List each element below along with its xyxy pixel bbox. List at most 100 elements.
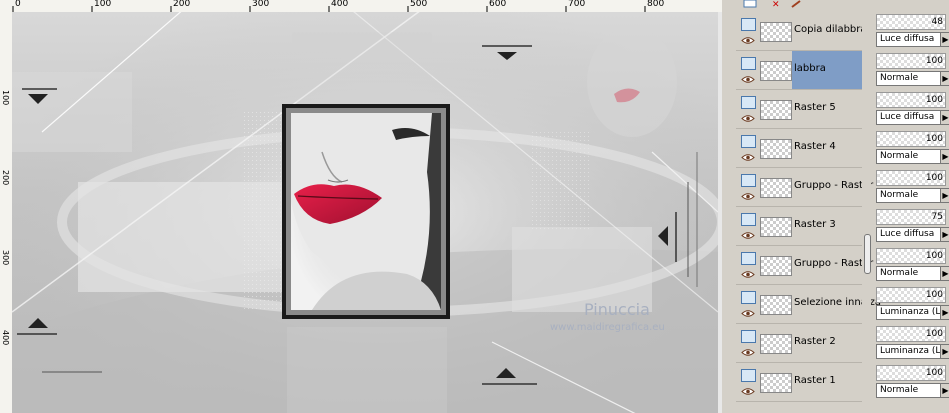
layer-type-icon [741, 174, 756, 187]
layer-name-box[interactable]: Raster 2 [792, 324, 862, 362]
blend-dropdown-arrow-icon[interactable]: ▶ [940, 227, 949, 242]
layer-thumbnail[interactable] [760, 334, 792, 354]
layers-toolbar: ✕ [722, 0, 949, 10]
blend-mode-select[interactable]: Luce diffusa [876, 227, 941, 242]
svg-text:✕: ✕ [772, 0, 780, 10]
layer-name: labbra [794, 63, 826, 74]
layer-type-icon [741, 291, 756, 304]
layer-name-box[interactable]: Copia dilabbra [792, 12, 867, 50]
layer-name-box[interactable]: Raster 4 [792, 129, 862, 167]
layer-name-box[interactable]: Raster 5 [792, 90, 862, 128]
layer-thumbnail[interactable] [760, 22, 792, 42]
blend-mode-select[interactable]: Normale [876, 188, 941, 203]
layer-row[interactable]: Raster 5 [736, 90, 862, 129]
layer-name-box[interactable]: Raster 1 [792, 363, 862, 401]
ruler-tick: 300 [252, 0, 270, 9]
opacity-value: 100 [925, 368, 943, 378]
layers-splitter[interactable] [862, 12, 871, 413]
layer-name: Raster 3 [794, 219, 836, 230]
opacity-slider[interactable]: 100 [876, 53, 946, 69]
ruler-tick: 200 [173, 0, 191, 9]
blend-dropdown-arrow-icon[interactable]: ▶ [940, 110, 949, 125]
layer-thumbnail[interactable] [760, 61, 792, 81]
blend-dropdown-arrow-icon[interactable]: ▶ [940, 305, 949, 320]
layer-row[interactable]: Gruppo - Raster [736, 246, 873, 285]
layer-properties-row: 100 Normale ▶ [872, 51, 949, 89]
layer-name-box[interactable]: Selezione innalza [792, 285, 881, 323]
layer-properties-row: 48 Luce diffusa ▶ [872, 12, 949, 50]
blend-dropdown-arrow-icon[interactable]: ▶ [940, 266, 949, 281]
layer-row[interactable]: Gruppo - Raster [736, 168, 873, 207]
blend-mode-select[interactable]: Normale [876, 266, 941, 281]
layer-row[interactable]: labbra [736, 51, 862, 90]
opacity-slider[interactable]: 75 [876, 209, 946, 225]
opacity-value: 100 [925, 290, 943, 300]
blend-dropdown-arrow-icon[interactable]: ▶ [940, 383, 949, 398]
ruler-tick: 100 [94, 0, 112, 9]
layer-thumbnail[interactable] [760, 256, 792, 276]
eye-icon[interactable] [741, 193, 755, 200]
opacity-value: 48 [931, 17, 943, 27]
blend-mode-select[interactable]: Normale [876, 383, 941, 398]
layer-name-box[interactable]: Gruppo - Raster [792, 168, 873, 206]
layer-thumbnail[interactable] [760, 139, 792, 159]
eye-icon[interactable] [741, 76, 755, 83]
blend-dropdown-arrow-icon[interactable]: ▶ [940, 344, 949, 359]
layer-thumbnail[interactable] [760, 295, 792, 315]
blend-mode-select[interactable]: Luminanza (L) [876, 305, 941, 320]
blend-mode-select[interactable]: Luce diffusa [876, 110, 941, 125]
ruler-tick: 200 [1, 170, 10, 186]
splitter-handle[interactable] [864, 234, 871, 274]
layer-type-icon [741, 213, 756, 226]
eye-icon[interactable] [741, 232, 755, 239]
layers-palette: ✕ Copia dilabbra labbra Raster 5 Raster 4 Gr… [722, 0, 949, 413]
image-canvas[interactable]: Pinuccia www.maidiregrafica.eu [12, 12, 718, 413]
ruler-tick: 800 [647, 0, 665, 9]
blend-mode-select[interactable]: Luce diffusa [876, 32, 941, 47]
opacity-value: 100 [925, 134, 943, 144]
layer-thumbnail[interactable] [760, 100, 792, 120]
eye-icon[interactable] [741, 388, 755, 395]
eye-icon[interactable] [741, 271, 755, 278]
watermark-name: Pinuccia [584, 300, 650, 319]
eye-icon[interactable] [741, 310, 755, 317]
eye-icon[interactable] [741, 154, 755, 161]
opacity-slider[interactable]: 100 [876, 170, 946, 186]
layer-name-box[interactable]: Gruppo - Raster [792, 246, 873, 284]
layer-row[interactable]: Raster 3 [736, 207, 862, 246]
layer-row[interactable]: Copia dilabbra [736, 12, 867, 51]
layer-properties: 48 Luce diffusa ▶ 100 Normale ▶ 100 Luce diffus… [872, 12, 949, 413]
layer-row[interactable]: Raster 2 [736, 324, 862, 363]
blend-dropdown-arrow-icon[interactable]: ▶ [940, 149, 949, 164]
eye-icon[interactable] [741, 115, 755, 122]
blend-dropdown-arrow-icon[interactable]: ▶ [940, 71, 949, 86]
eye-icon[interactable] [741, 349, 755, 356]
ruler-tick: 400 [331, 0, 349, 9]
opacity-value: 100 [925, 56, 943, 66]
opacity-slider[interactable]: 100 [876, 365, 946, 381]
layer-name-box[interactable]: labbra [792, 51, 862, 89]
opacity-slider[interactable]: 100 [876, 92, 946, 108]
layer-thumbnail[interactable] [760, 217, 792, 237]
layer-name: Copia dilabbra [794, 24, 867, 35]
blend-mode-select[interactable]: Normale [876, 71, 941, 86]
layer-thumbnail[interactable] [760, 178, 792, 198]
blend-dropdown-arrow-icon[interactable]: ▶ [940, 32, 949, 47]
layer-thumbnail[interactable] [760, 373, 792, 393]
layer-row[interactable]: Raster 4 [736, 129, 862, 168]
layer-row[interactable]: Selezione innalza [736, 285, 881, 324]
opacity-slider[interactable]: 100 [876, 131, 946, 147]
opacity-slider[interactable]: 48 [876, 14, 946, 30]
layer-properties-row: 75 Luce diffusa ▶ [872, 207, 949, 245]
layer-name-box[interactable]: Raster 3 [792, 207, 862, 245]
opacity-slider[interactable]: 100 [876, 326, 946, 342]
blend-mode-select[interactable]: Normale [876, 149, 941, 164]
layer-properties-row: 100 Luminanza (L) ▶ [872, 285, 949, 323]
opacity-slider[interactable]: 100 [876, 248, 946, 264]
eye-icon[interactable] [741, 37, 755, 44]
opacity-slider[interactable]: 100 [876, 287, 946, 303]
blend-mode-select[interactable]: Luminanza (L) [876, 344, 941, 359]
layer-row[interactable]: Raster 1 [736, 363, 862, 402]
layer-type-icon [741, 369, 756, 382]
blend-dropdown-arrow-icon[interactable]: ▶ [940, 188, 949, 203]
